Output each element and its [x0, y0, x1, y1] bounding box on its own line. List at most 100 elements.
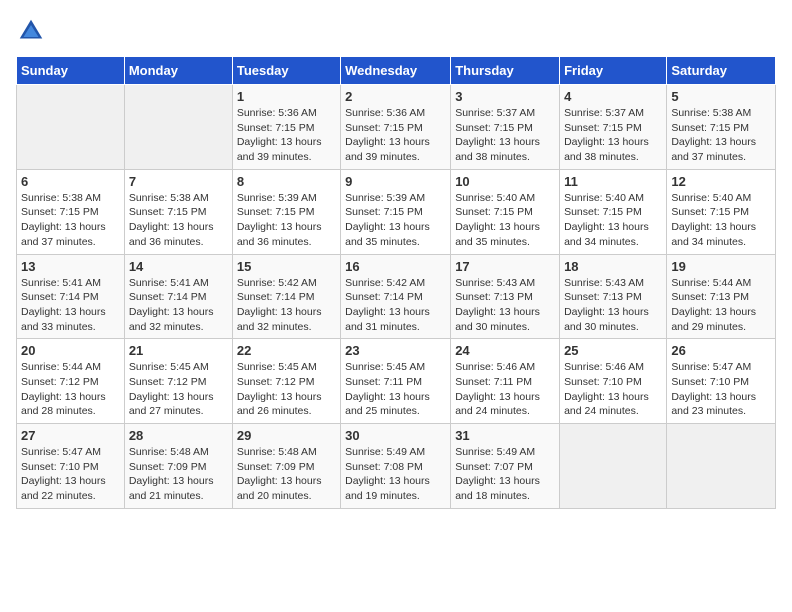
calendar-cell: 27 Sunrise: 5:47 AM Sunset: 7:10 PM Dayli… [17, 424, 125, 509]
day-info: Sunrise: 5:40 AM Sunset: 7:15 PM Dayligh… [564, 191, 662, 250]
day-number: 27 [21, 428, 120, 443]
day-number: 13 [21, 259, 120, 274]
day-info: Sunrise: 5:37 AM Sunset: 7:15 PM Dayligh… [564, 106, 662, 165]
day-info: Sunrise: 5:43 AM Sunset: 7:13 PM Dayligh… [455, 276, 555, 335]
calendar-cell: 18Sunrise: 5:43 AM Sunset: 7:13 PM Dayli… [560, 254, 667, 339]
day-info: Sunrise: 5:45 AM Sunset: 7:12 PM Dayligh… [237, 360, 336, 419]
day-info: Sunrise: 5:36 AM Sunset: 7:15 PM Dayligh… [345, 106, 446, 165]
calendar-cell: 24Sunrise: 5:46 AM Sunset: 7:11 PM Dayli… [451, 339, 560, 424]
day-number: 14 [129, 259, 228, 274]
calendar-cell: 13 Sunrise: 5:41 AM Sunset: 7:14 PM Dayli… [17, 254, 125, 339]
logo-icon [16, 16, 46, 46]
day-info: Sunrise: 5:43 AM Sunset: 7:13 PM Dayligh… [564, 276, 662, 335]
day-header-saturday: Saturday [667, 57, 776, 85]
day-info: Sunrise: 5:45 AM Sunset: 7:12 PM Dayligh… [129, 360, 228, 419]
calendar-cell: 25 Sunrise: 5:46 AM Sunset: 7:10 PM Dayli… [560, 339, 667, 424]
calendar-week-4: 20 Sunrise: 5:44 AM Sunset: 7:12 PM Dayli… [17, 339, 776, 424]
day-info: Sunrise: 5:40 AM Sunset: 7:15 PM Dayligh… [671, 191, 771, 250]
day-header-wednesday: Wednesday [341, 57, 451, 85]
day-info: Sunrise: 5:41 AM Sunset: 7:14 PM Dayligh… [21, 276, 120, 335]
day-number: 5 [671, 89, 771, 104]
day-number: 2 [345, 89, 446, 104]
calendar-week-5: 27 Sunrise: 5:47 AM Sunset: 7:10 PM Dayli… [17, 424, 776, 509]
day-number: 31 [455, 428, 555, 443]
day-number: 12 [671, 174, 771, 189]
calendar-cell: 6Sunrise: 5:38 AM Sunset: 7:15 PM Daylig… [17, 169, 125, 254]
day-info: Sunrise: 5:49 AM Sunset: 7:08 PM Dayligh… [345, 445, 446, 504]
calendar-week-2: 6Sunrise: 5:38 AM Sunset: 7:15 PM Daylig… [17, 169, 776, 254]
day-number: 28 [129, 428, 228, 443]
day-number: 26 [671, 343, 771, 358]
day-number: 17 [455, 259, 555, 274]
day-info: Sunrise: 5:44 AM Sunset: 7:13 PM Dayligh… [671, 276, 771, 335]
day-number: 21 [129, 343, 228, 358]
day-info: Sunrise: 5:37 AM Sunset: 7:15 PM Dayligh… [455, 106, 555, 165]
day-number: 16 [345, 259, 446, 274]
calendar-cell: 28 Sunrise: 5:48 AM Sunset: 7:09 PM Dayli… [124, 424, 232, 509]
day-info: Sunrise: 5:46 AM Sunset: 7:10 PM Dayligh… [564, 360, 662, 419]
day-number: 23 [345, 343, 446, 358]
calendar-cell: 31 Sunrise: 5:49 AM Sunset: 7:07 PM Dayli… [451, 424, 560, 509]
calendar-cell [124, 85, 232, 170]
calendar-cell: 10 Sunrise: 5:40 AM Sunset: 7:15 PM Dayli… [451, 169, 560, 254]
calendar-week-1: 1 Sunrise: 5:36 AM Sunset: 7:15 PM Daylig… [17, 85, 776, 170]
calendar-cell: 3 Sunrise: 5:37 AM Sunset: 7:15 PM Daylig… [451, 85, 560, 170]
day-info: Sunrise: 5:38 AM Sunset: 7:15 PM Dayligh… [21, 191, 120, 250]
calendar-cell: 7 Sunrise: 5:38 AM Sunset: 7:15 PM Daylig… [124, 169, 232, 254]
day-info: Sunrise: 5:39 AM Sunset: 7:15 PM Dayligh… [237, 191, 336, 250]
day-header-sunday: Sunday [17, 57, 125, 85]
calendar-week-3: 13 Sunrise: 5:41 AM Sunset: 7:14 PM Dayli… [17, 254, 776, 339]
day-number: 9 [345, 174, 446, 189]
day-info: Sunrise: 5:42 AM Sunset: 7:14 PM Dayligh… [237, 276, 336, 335]
day-info: Sunrise: 5:39 AM Sunset: 7:15 PM Dayligh… [345, 191, 446, 250]
calendar-cell: 14Sunrise: 5:41 AM Sunset: 7:14 PM Dayli… [124, 254, 232, 339]
calendar-cell: 21 Sunrise: 5:45 AM Sunset: 7:12 PM Dayli… [124, 339, 232, 424]
calendar-cell: 8 Sunrise: 5:39 AM Sunset: 7:15 PM Daylig… [232, 169, 340, 254]
calendar-cell: 1 Sunrise: 5:36 AM Sunset: 7:15 PM Daylig… [232, 85, 340, 170]
page-header [16, 16, 776, 46]
day-number: 7 [129, 174, 228, 189]
calendar-cell [560, 424, 667, 509]
day-info: Sunrise: 5:38 AM Sunset: 7:15 PM Dayligh… [671, 106, 771, 165]
day-number: 10 [455, 174, 555, 189]
day-info: Sunrise: 5:40 AM Sunset: 7:15 PM Dayligh… [455, 191, 555, 250]
calendar-cell [667, 424, 776, 509]
calendar-cell: 20 Sunrise: 5:44 AM Sunset: 7:12 PM Dayli… [17, 339, 125, 424]
calendar-cell [17, 85, 125, 170]
calendar-header-row: SundayMondayTuesdayWednesdayThursdayFrid… [17, 57, 776, 85]
day-number: 19 [671, 259, 771, 274]
day-number: 24 [455, 343, 555, 358]
day-info: Sunrise: 5:47 AM Sunset: 7:10 PM Dayligh… [671, 360, 771, 419]
calendar-cell: 23 Sunrise: 5:45 AM Sunset: 7:11 PM Dayli… [341, 339, 451, 424]
calendar-cell: 2 Sunrise: 5:36 AM Sunset: 7:15 PM Daylig… [341, 85, 451, 170]
day-info: Sunrise: 5:48 AM Sunset: 7:09 PM Dayligh… [237, 445, 336, 504]
day-info: Sunrise: 5:42 AM Sunset: 7:14 PM Dayligh… [345, 276, 446, 335]
day-number: 1 [237, 89, 336, 104]
calendar-table: SundayMondayTuesdayWednesdayThursdayFrid… [16, 56, 776, 509]
day-info: Sunrise: 5:44 AM Sunset: 7:12 PM Dayligh… [21, 360, 120, 419]
day-info: Sunrise: 5:47 AM Sunset: 7:10 PM Dayligh… [21, 445, 120, 504]
day-number: 4 [564, 89, 662, 104]
day-header-thursday: Thursday [451, 57, 560, 85]
day-header-monday: Monday [124, 57, 232, 85]
calendar-cell: 19 Sunrise: 5:44 AM Sunset: 7:13 PM Dayli… [667, 254, 776, 339]
day-info: Sunrise: 5:36 AM Sunset: 7:15 PM Dayligh… [237, 106, 336, 165]
day-number: 25 [564, 343, 662, 358]
day-header-tuesday: Tuesday [232, 57, 340, 85]
day-number: 29 [237, 428, 336, 443]
day-info: Sunrise: 5:38 AM Sunset: 7:15 PM Dayligh… [129, 191, 228, 250]
day-number: 11 [564, 174, 662, 189]
logo [16, 16, 50, 46]
day-header-friday: Friday [560, 57, 667, 85]
calendar-cell: 30Sunrise: 5:49 AM Sunset: 7:08 PM Dayli… [341, 424, 451, 509]
calendar-cell: 4 Sunrise: 5:37 AM Sunset: 7:15 PM Daylig… [560, 85, 667, 170]
calendar-cell: 12 Sunrise: 5:40 AM Sunset: 7:15 PM Dayli… [667, 169, 776, 254]
calendar-cell: 17 Sunrise: 5:43 AM Sunset: 7:13 PM Dayli… [451, 254, 560, 339]
day-number: 3 [455, 89, 555, 104]
day-info: Sunrise: 5:45 AM Sunset: 7:11 PM Dayligh… [345, 360, 446, 419]
day-info: Sunrise: 5:49 AM Sunset: 7:07 PM Dayligh… [455, 445, 555, 504]
day-number: 20 [21, 343, 120, 358]
day-number: 22 [237, 343, 336, 358]
day-info: Sunrise: 5:48 AM Sunset: 7:09 PM Dayligh… [129, 445, 228, 504]
day-number: 8 [237, 174, 336, 189]
